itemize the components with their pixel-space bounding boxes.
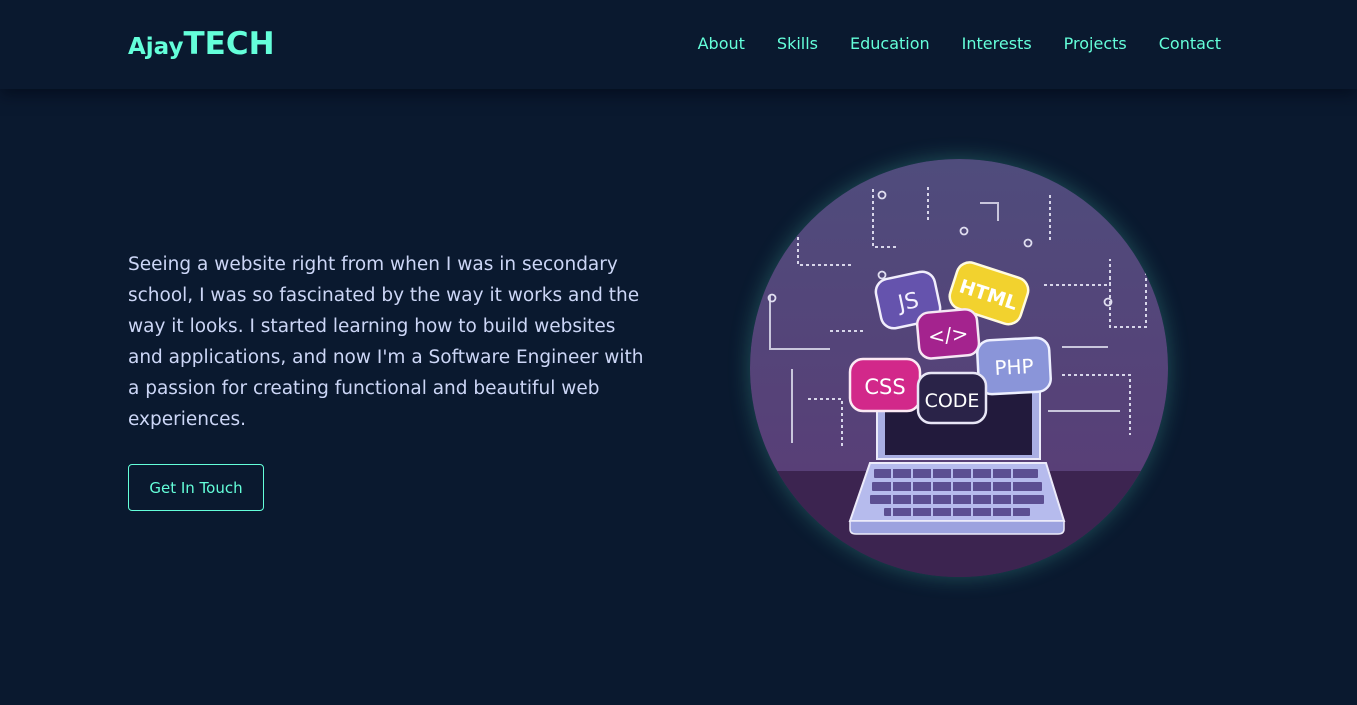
coding-laptop-illustration: JS HTML </> PHP CSS CODE (750, 159, 1168, 577)
nav-link-about[interactable]: About (698, 34, 745, 53)
get-in-touch-button[interactable]: Get In Touch (128, 464, 264, 511)
badge-code: CODE (916, 371, 988, 425)
brand-logo[interactable]: AjayTECH (128, 26, 275, 62)
hero-description: Seeing a website right from when I was i… (128, 254, 644, 430)
brand-prefix: Ajay (128, 34, 184, 60)
badge-css: CSS (848, 357, 922, 413)
badge-php: PHP (976, 336, 1052, 396)
nav-link-contact[interactable]: Contact (1159, 34, 1221, 53)
nav-links: About Skills Education Interests Project… (698, 34, 1221, 53)
badge-code-brackets: </> (915, 308, 981, 360)
nav-link-interests[interactable]: Interests (962, 34, 1032, 53)
navbar: AjayTECH About Skills Education Interest… (0, 0, 1357, 89)
brand-suffix: TECH (183, 26, 275, 62)
nav-link-projects[interactable]: Projects (1064, 34, 1127, 53)
hero-illustration: JS HTML </> PHP CSS CODE (750, 159, 1168, 577)
svg-text:</>: </> (927, 321, 969, 348)
svg-text:CSS: CSS (864, 375, 905, 399)
nav-link-skills[interactable]: Skills (777, 34, 818, 53)
svg-text:CODE: CODE (925, 390, 980, 412)
svg-text:PHP: PHP (994, 354, 1034, 380)
nav-link-education[interactable]: Education (850, 34, 930, 53)
